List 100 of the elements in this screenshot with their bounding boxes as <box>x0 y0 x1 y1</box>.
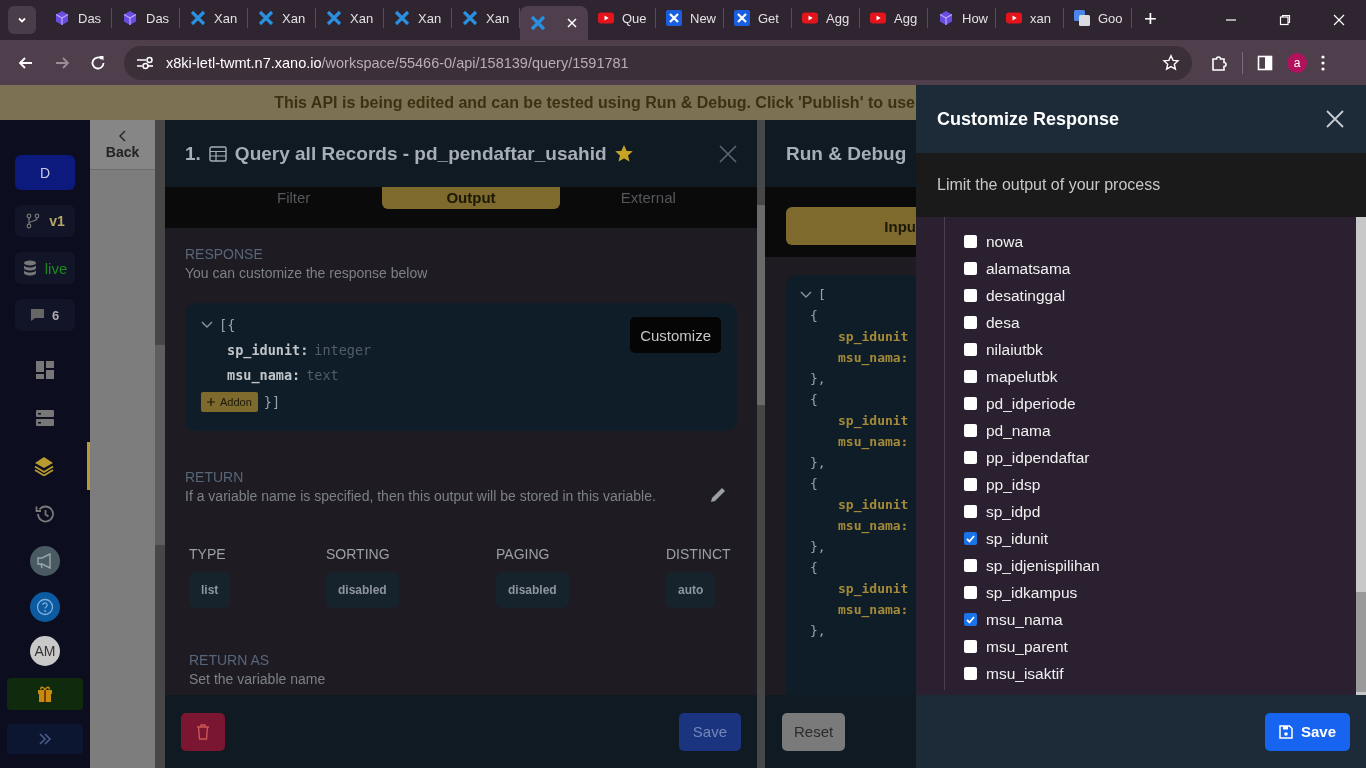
scrollbar-thumb[interactable] <box>1356 592 1366 692</box>
comment-icon <box>30 309 44 321</box>
x-logo-icon <box>666 10 682 26</box>
database-icon <box>22 260 37 276</box>
cube-icon <box>54 10 70 26</box>
checkbox-label: alamatsama <box>986 259 1071 278</box>
chevron-down-icon[interactable] <box>201 321 213 329</box>
step-title: Query all Records - pd_pendaftar_usahid <box>234 142 607 165</box>
scrollbar-thumb[interactable] <box>155 345 165 545</box>
browser-tab[interactable]: Xan <box>452 8 520 28</box>
help-button[interactable] <box>30 592 60 622</box>
profile-avatar[interactable]: a <box>1287 52 1307 73</box>
checkbox[interactable] <box>964 478 977 491</box>
browser-tab[interactable]: Xan <box>384 8 452 28</box>
gift-button[interactable] <box>7 678 83 710</box>
checkbox-label: msu_parent <box>986 637 1068 656</box>
save-button[interactable]: Save <box>1264 712 1350 751</box>
play-icon <box>870 10 886 26</box>
chevron-down-icon[interactable] <box>800 291 812 299</box>
customize-button[interactable]: Customize <box>630 317 721 353</box>
bookmark-star-icon[interactable] <box>1162 53 1180 72</box>
checkbox[interactable] <box>964 613 977 626</box>
section-description: Set the variable name <box>189 671 327 687</box>
browser-tab[interactable]: Das <box>44 8 112 28</box>
checkbox[interactable] <box>964 505 977 518</box>
address-bar[interactable]: x8ki-letl-twmt.n7.xano.io/workspace/55466-0/api/158139/query/1591781 <box>124 45 1192 80</box>
checkbox-label: mapelutbk <box>986 367 1058 386</box>
browser-tab[interactable]: xan <box>996 8 1064 28</box>
restore-icon[interactable] <box>1279 14 1291 26</box>
play-icon <box>802 10 818 26</box>
browser-tab[interactable]: Agg <box>792 8 860 28</box>
browser-tab[interactable]: Das <box>112 8 180 28</box>
announcements-button[interactable] <box>30 546 60 576</box>
checkbox[interactable] <box>964 559 977 572</box>
checkbox-label: msu_nama <box>986 610 1063 629</box>
step-number: 1. <box>185 142 201 165</box>
browser-tab[interactable]: Xan <box>180 8 248 28</box>
setting-label: SORTING <box>326 546 391 562</box>
menu-icon[interactable] <box>1321 54 1325 71</box>
dashboard-icon <box>35 360 55 380</box>
browser-tab[interactable]: How <box>928 8 996 28</box>
reload-icon[interactable] <box>89 53 107 72</box>
pencil-icon[interactable] <box>709 486 727 504</box>
field-name: sp_idunit <box>838 413 909 428</box>
checkbox[interactable] <box>964 451 977 464</box>
checkbox[interactable] <box>964 289 977 302</box>
code-bracket: { <box>810 476 818 491</box>
checkbox[interactable] <box>964 424 977 437</box>
checkbox[interactable] <box>964 586 977 599</box>
checkbox-label: nowa <box>986 232 1024 251</box>
setting-value[interactable]: auto <box>666 572 716 608</box>
comments-button[interactable]: 6 <box>15 299 75 331</box>
browser-tab[interactable]: Goo <box>1064 8 1132 28</box>
checkbox[interactable] <box>964 640 977 653</box>
setting-value[interactable]: disabled <box>326 572 399 608</box>
play-icon <box>598 10 614 26</box>
browser-tab[interactable]: Xan <box>316 8 384 28</box>
environment-button[interactable]: live <box>15 252 75 284</box>
puzzle-icon[interactable] <box>1210 53 1228 72</box>
checkbox[interactable] <box>964 532 977 545</box>
section-heading: RETURN AS <box>189 652 271 668</box>
x-logo-icon <box>734 10 750 26</box>
trash-icon <box>196 723 210 740</box>
code-bracket: }, <box>810 371 826 386</box>
star-filled-icon[interactable] <box>614 144 633 163</box>
side-panel-icon[interactable] <box>1257 54 1273 71</box>
checkbox[interactable] <box>964 316 977 329</box>
workspace-button[interactable]: D <box>15 155 75 190</box>
back-button[interactable]: Back <box>90 120 155 170</box>
browser-tab[interactable]: Get <box>724 8 792 28</box>
checkbox[interactable] <box>964 397 977 410</box>
checkbox[interactable] <box>964 262 977 275</box>
field-type: integer <box>314 342 372 358</box>
drawer-title: Customize Response <box>937 108 1120 130</box>
setting-value[interactable]: list <box>189 572 231 608</box>
branch-button[interactable]: v1 <box>15 205 75 237</box>
double-chevron-icon <box>38 732 52 746</box>
field-name: sp_idunit <box>838 497 909 512</box>
delete-button[interactable] <box>181 712 225 751</box>
scrollbar-thumb[interactable] <box>757 205 765 405</box>
checkbox[interactable] <box>964 343 977 356</box>
checkbox-label: sp_idpd <box>986 502 1041 521</box>
code-bracket: }, <box>810 623 826 638</box>
checkbox[interactable] <box>964 370 977 383</box>
checkbox[interactable] <box>964 235 977 248</box>
x-logo-icon <box>394 10 410 26</box>
user-avatar[interactable]: AM <box>30 636 60 666</box>
new-tab-button[interactable]: + <box>1138 6 1163 32</box>
x-logo-icon <box>530 15 546 31</box>
x-logo-icon <box>326 10 342 26</box>
browser-tab[interactable]: Xan <box>248 8 316 28</box>
field-name: msu_nama: <box>838 434 909 449</box>
checkbox[interactable] <box>964 667 977 680</box>
browser-tab[interactable]: New <box>656 8 724 28</box>
code-bracket: }, <box>810 455 826 470</box>
tab-search-button[interactable] <box>8 6 36 34</box>
setting-value[interactable]: disabled <box>496 572 569 608</box>
browser-tab[interactable]: Que <box>588 8 656 28</box>
play-icon <box>1006 10 1022 26</box>
browser-tab[interactable]: Agg <box>860 8 928 28</box>
